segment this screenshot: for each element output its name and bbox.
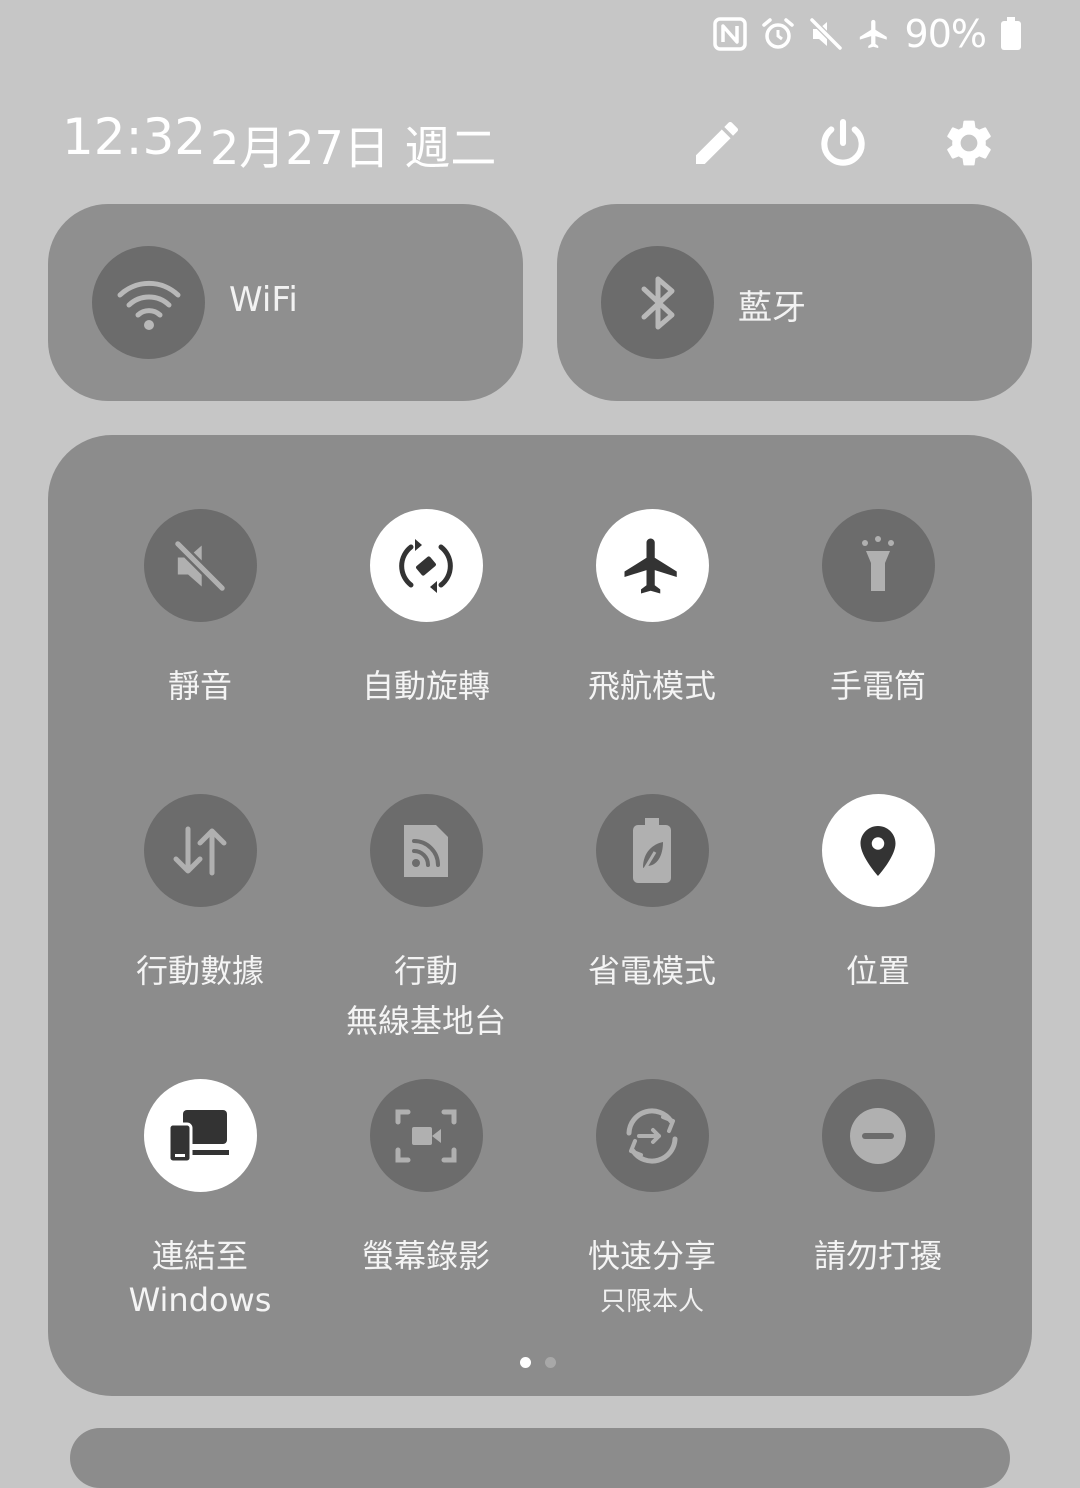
page-dot[interactable] [545, 1357, 556, 1368]
tile-label: 飛航模式 [587, 667, 716, 705]
wifi-label: WiFi [229, 280, 298, 320]
tile-label: 靜音 [167, 667, 232, 705]
wifi-toggle[interactable] [92, 246, 205, 359]
tile-label: 手電筒 [829, 667, 926, 705]
alarm-icon [761, 18, 794, 49]
bluetooth-label: 藍牙 [738, 288, 806, 328]
link-to-windows-icon [167, 1109, 229, 1163]
auto-rotate-toggle[interactable] [369, 509, 483, 622]
tile-label: 行動 [393, 952, 458, 990]
tile-quick-share[interactable]: 快速分享 只限本人 [539, 1079, 765, 1320]
tile-link-to-windows[interactable]: 連結至 Windows [87, 1079, 313, 1324]
media-panel-edge [70, 1428, 1010, 1488]
tile-label: 螢幕錄影 [361, 1237, 490, 1275]
tile-label-line2: 無線基地台 [345, 1002, 506, 1040]
airplane-icon [859, 19, 887, 49]
tile-label: 自動旋轉 [361, 667, 490, 705]
screen-record-icon [395, 1109, 457, 1162]
status-bar: 90% [712, 12, 1022, 56]
tile-label: 請勿打擾 [813, 1237, 942, 1275]
page-indicator [520, 1357, 556, 1368]
wifi-icon [117, 280, 180, 330]
battery-percent: 90% [904, 12, 987, 56]
tile-label: 連結至 [151, 1237, 248, 1275]
edit-icon [696, 121, 739, 164]
quick-settings-panel: 靜音 自動旋轉 飛航模式 手電筒 行動數據 行動 無線基地台 省電模式 位置 連… [48, 435, 1032, 1396]
location-icon [860, 825, 896, 876]
bluetooth-icon [641, 276, 674, 329]
mute-icon [174, 539, 226, 592]
mute-toggle[interactable] [143, 509, 257, 622]
flashlight-toggle[interactable] [821, 509, 935, 622]
tile-mute[interactable]: 靜音 [87, 509, 313, 710]
bluetooth-toggle[interactable] [601, 246, 714, 359]
page-dot-active[interactable] [520, 1357, 531, 1368]
mobile-data-toggle[interactable] [143, 794, 257, 907]
tile-power-saving[interactable]: 省電模式 [539, 794, 765, 995]
power-icon [821, 118, 865, 166]
tile-label: 行動數據 [135, 952, 264, 990]
edit-button[interactable] [682, 108, 752, 178]
nfc-icon [712, 17, 747, 51]
clock: 12:32 [62, 108, 207, 166]
location-toggle[interactable] [821, 794, 935, 907]
mobile-data-icon [173, 826, 227, 875]
tile-location[interactable]: 位置 [765, 794, 991, 995]
tile-screen-record[interactable]: 螢幕錄影 [313, 1079, 539, 1280]
wifi-tile[interactable]: WiFi [48, 204, 523, 401]
tile-mobile-hotspot[interactable]: 行動 無線基地台 [313, 794, 539, 1045]
airplane-icon [624, 538, 677, 593]
power-saving-icon [633, 817, 671, 883]
flashlight-icon [862, 535, 894, 591]
tile-label-line2: Windows [128, 1281, 272, 1319]
tile-do-not-disturb[interactable]: 請勿打擾 [765, 1079, 991, 1280]
tile-label: 快速分享 [587, 1237, 716, 1275]
tile-airplane-mode[interactable]: 飛航模式 [539, 509, 765, 710]
tile-flashlight[interactable]: 手電筒 [765, 509, 991, 710]
battery-icon [1001, 17, 1021, 50]
tile-mobile-data[interactable]: 行動數據 [87, 794, 313, 995]
settings-icon [947, 120, 991, 166]
quick-share-toggle[interactable] [595, 1079, 709, 1192]
tile-auto-rotate[interactable]: 自動旋轉 [313, 509, 539, 710]
mute-icon [809, 17, 842, 51]
tile-sublabel: 只限本人 [599, 1287, 704, 1317]
header: 12:32 2月27日 週二 [62, 108, 1022, 178]
quick-share-icon [626, 1107, 678, 1164]
tile-label: 省電模式 [587, 952, 716, 990]
date: 2月27日 週二 [210, 121, 497, 175]
do-not-disturb-icon [850, 1107, 906, 1164]
settings-button[interactable] [934, 108, 1004, 178]
hotspot-icon [404, 824, 448, 877]
bluetooth-tile[interactable]: 藍牙 [557, 204, 1032, 401]
screen-record-toggle[interactable] [369, 1079, 483, 1192]
do-not-disturb-toggle[interactable] [821, 1079, 935, 1192]
power-button[interactable] [808, 108, 878, 178]
link-to-windows-toggle[interactable] [143, 1079, 257, 1192]
power-saving-toggle[interactable] [595, 794, 709, 907]
auto-rotate-icon [399, 538, 453, 593]
airplane-mode-toggle[interactable] [595, 509, 709, 622]
mobile-hotspot-toggle[interactable] [369, 794, 483, 907]
tile-label: 位置 [845, 952, 910, 990]
